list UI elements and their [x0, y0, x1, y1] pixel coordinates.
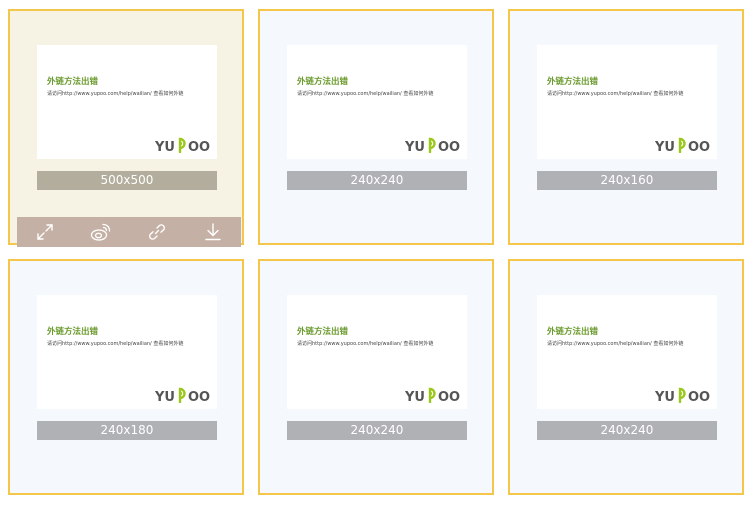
svg-text:YU: YU [655, 140, 675, 153]
expand-button[interactable] [31, 218, 59, 246]
yupoo-logo: YU OO [655, 137, 710, 153]
image-size-card-3[interactable]: 外链方法出错 请访问http://www.yupoo.com/help/wail… [508, 9, 744, 245]
size-label: 500x500 [37, 171, 217, 190]
image-size-card-2[interactable]: 外链方法出错 请访问http://www.yupoo.com/help/wail… [258, 9, 494, 245]
size-label: 240x180 [37, 421, 217, 440]
image-thumbnail[interactable]: 外链方法出错 请访问http://www.yupoo.com/help/wail… [287, 295, 467, 409]
size-label: 240x160 [537, 171, 717, 190]
size-label: 240x240 [537, 421, 717, 440]
svg-text:OO: OO [688, 140, 710, 153]
thumbnail-text: 请访问http://www.yupoo.com/help/wailian/ 查看… [547, 91, 684, 97]
svg-text:OO: OO [188, 140, 210, 153]
svg-text:OO: OO [688, 390, 710, 403]
download-icon [205, 223, 221, 241]
thumbnail-title: 外链方法出错 [297, 327, 349, 337]
weibo-icon [90, 223, 111, 241]
image-thumbnail[interactable]: 外链方法出错 请访问http://www.yupoo.com/help/wail… [537, 45, 717, 159]
yupoo-logo: YU OO [655, 387, 710, 403]
thumbnail-title: 外链方法出错 [47, 327, 99, 337]
thumbnail-title: 外链方法出错 [547, 77, 599, 87]
image-thumbnail[interactable]: 外链方法出错 请访问http://www.yupoo.com/help/wail… [287, 45, 467, 159]
link-icon [149, 224, 165, 240]
action-bar [17, 217, 241, 247]
thumbnail-text: 请访问http://www.yupoo.com/help/wailian/ 查看… [547, 341, 684, 347]
thumbnail-text: 请访问http://www.yupoo.com/help/wailian/ 查看… [47, 91, 184, 97]
copy-link-button[interactable] [143, 218, 171, 246]
image-thumbnail[interactable]: 外链方法出错 请访问http://www.yupoo.com/help/wail… [537, 295, 717, 409]
thumbnail-text: 请访问http://www.yupoo.com/help/wailian/ 查看… [297, 91, 434, 97]
yupoo-logo: YU OO [405, 387, 460, 403]
image-size-card-6[interactable]: 外链方法出错 请访问http://www.yupoo.com/help/wail… [508, 259, 744, 495]
yupoo-logo: YU OO [405, 137, 460, 153]
svg-text:YU: YU [405, 140, 425, 153]
image-thumbnail[interactable]: 外链方法出错 请访问http://www.yupoo.com/help/wail… [37, 45, 217, 159]
image-size-card-4[interactable]: 外链方法出错 请访问http://www.yupoo.com/help/wail… [8, 259, 244, 495]
svg-text:OO: OO [188, 390, 210, 403]
download-button[interactable] [199, 218, 227, 246]
yupoo-logo: YU OO [155, 137, 210, 153]
svg-text:YU: YU [405, 390, 425, 403]
image-size-grid: 外链方法出错 请访问http://www.yupoo.com/help/wail… [0, 0, 753, 507]
size-label: 240x240 [287, 421, 467, 440]
thumbnail-title: 外链方法出错 [547, 327, 599, 337]
svg-text:YU: YU [155, 390, 175, 403]
thumbnail-title: 外链方法出错 [47, 77, 99, 87]
expand-icon [37, 224, 53, 240]
thumbnail-text: 请访问http://www.yupoo.com/help/wailian/ 查看… [297, 341, 434, 347]
image-thumbnail[interactable]: 外链方法出错 请访问http://www.yupoo.com/help/wail… [37, 295, 217, 409]
thumbnail-title: 外链方法出错 [297, 77, 349, 87]
thumbnail-text: 请访问http://www.yupoo.com/help/wailian/ 查看… [47, 341, 184, 347]
weibo-share-button[interactable] [87, 218, 115, 246]
svg-text:OO: OO [438, 390, 460, 403]
svg-text:OO: OO [438, 140, 460, 153]
size-label: 240x240 [287, 171, 467, 190]
svg-text:YU: YU [655, 390, 675, 403]
image-size-card-5[interactable]: 外链方法出错 请访问http://www.yupoo.com/help/wail… [258, 259, 494, 495]
yupoo-logo: YU OO [155, 387, 210, 403]
svg-text:YU: YU [155, 140, 175, 153]
image-size-card-1[interactable]: 外链方法出错 请访问http://www.yupoo.com/help/wail… [8, 9, 244, 247]
